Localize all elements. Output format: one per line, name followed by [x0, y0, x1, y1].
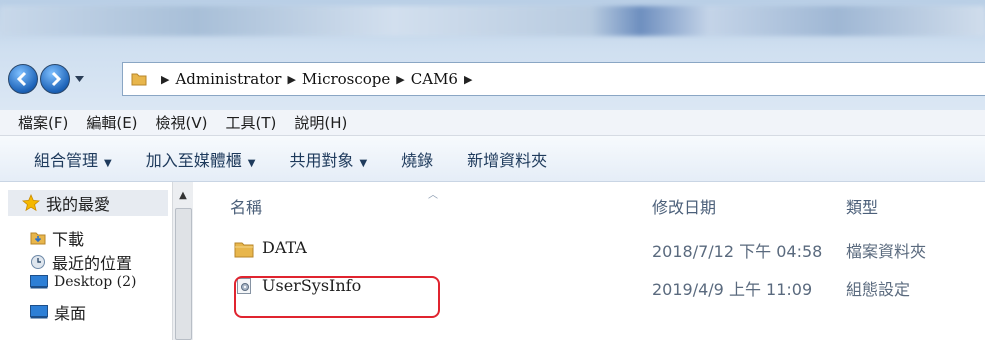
menu-tools[interactable]: 工具(T): [226, 112, 277, 133]
column-header-name[interactable]: 名稱: [230, 194, 262, 218]
recent-pages-dropdown[interactable]: [72, 64, 86, 94]
star-icon: [22, 194, 40, 212]
new-folder-button[interactable]: 新增資料夾: [467, 147, 547, 171]
folder-icon: [234, 242, 254, 258]
file-date: 2019/4/9 上午 11:09: [652, 280, 813, 299]
organize-button[interactable]: 組合管理 ▼: [34, 147, 112, 171]
menu-help[interactable]: 說明(H): [294, 112, 347, 133]
share-with-button[interactable]: 共用對象 ▼: [289, 147, 367, 171]
desktop-icon: [30, 305, 48, 319]
column-header-type[interactable]: 類型: [846, 194, 878, 218]
file-type: 檔案資料夾: [846, 242, 927, 261]
nav-item-desktop[interactable]: Desktop (2): [30, 274, 136, 290]
menu-bar: 檔案(F) 編輯(E) 檢視(V) 工具(T) 說明(H): [0, 110, 985, 136]
nav-item-recent-places[interactable]: 最近的位置: [30, 250, 132, 274]
scroll-thumb[interactable]: [175, 208, 192, 340]
address-bar[interactable]: ▶ Administrator ▶ Microscope ▶ CAM6 ▶: [122, 62, 985, 96]
forward-button[interactable]: [40, 64, 70, 94]
breadcrumb-item[interactable]: Administrator: [175, 70, 281, 88]
breadcrumb-item[interactable]: CAM6: [411, 70, 458, 88]
menu-view[interactable]: 檢視(V): [156, 112, 208, 133]
file-name: DATA: [262, 238, 307, 257]
file-date: 2018/7/12 下午 04:58: [652, 242, 823, 261]
recent-places-icon: [31, 255, 45, 269]
breadcrumb-separator[interactable]: ▶: [464, 73, 472, 86]
navigation-pane: 我的最愛 下載 最近的位置 Desktop (2) 桌面 ▲: [0, 182, 195, 340]
downloads-folder-icon: [30, 232, 46, 245]
arrow-right-icon: [51, 71, 62, 87]
breadcrumb-separator[interactable]: ▶: [287, 73, 295, 86]
desktop-icon: [30, 275, 48, 289]
chevron-down-icon: ▼: [359, 157, 368, 169]
file-row[interactable]: DATA 2018/7/12 下午 04:58 檔案資料夾: [196, 234, 985, 262]
menu-file[interactable]: 檔案(F): [18, 112, 68, 133]
breadcrumb-item[interactable]: Microscope: [302, 70, 390, 88]
chevron-down-icon: ▼: [247, 157, 256, 169]
breadcrumb-separator[interactable]: ▶: [396, 73, 404, 86]
column-header-date[interactable]: 修改日期: [652, 194, 716, 218]
nav-item-desktop-local[interactable]: 桌面: [30, 300, 86, 324]
breadcrumb-separator[interactable]: ▶: [161, 73, 169, 86]
menu-edit[interactable]: 編輯(E): [86, 112, 137, 133]
chevron-down-icon: [74, 76, 84, 82]
blurred-background: [0, 6, 985, 36]
selection-highlight-outline: [234, 276, 440, 318]
burn-button[interactable]: 燒錄: [401, 147, 433, 171]
chevron-down-icon: ▼: [104, 157, 112, 169]
command-bar: 組合管理 ▼ 加入至媒體櫃 ▼ 共用對象 ▼ 燒錄 新增資料夾: [0, 136, 985, 182]
window-title-area: ▶ Administrator ▶ Microscope ▶ CAM6 ▶: [0, 0, 985, 110]
nav-item-downloads[interactable]: 下載: [30, 226, 84, 250]
folder-icon: [131, 73, 147, 86]
file-type: 組態設定: [846, 280, 911, 299]
nav-favorites[interactable]: 我的最愛: [8, 190, 168, 216]
file-list: ︿ 名稱 修改日期 類型 DATA 2018/7/12 下午 04:58 檔案資…: [196, 182, 985, 340]
add-to-library-button[interactable]: 加入至媒體櫃 ▼: [146, 147, 256, 171]
nav-scrollbar[interactable]: ▲: [172, 182, 193, 340]
scroll-up-arrow-icon[interactable]: ▲: [173, 186, 193, 204]
back-button[interactable]: [8, 64, 38, 94]
arrow-left-icon: [16, 71, 27, 87]
navigation-controls: [8, 64, 86, 94]
sort-ascending-icon: ︿: [428, 190, 438, 201]
